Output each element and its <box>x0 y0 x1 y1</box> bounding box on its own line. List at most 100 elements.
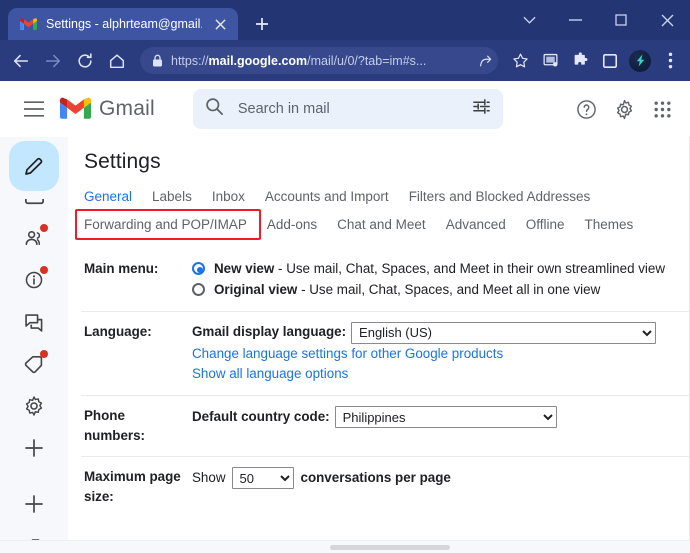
tab-advanced[interactable]: Advanced <box>446 217 517 232</box>
gmail-body: Settings General Labels Inbox Accounts a… <box>0 137 690 553</box>
rail-item-labels[interactable] <box>11 343 57 385</box>
tab-close-icon[interactable] <box>211 15 229 33</box>
tune-icon[interactable] <box>472 97 491 121</box>
settings-gear-icon[interactable] <box>606 91 642 127</box>
window-controls <box>506 0 690 40</box>
side-panel-icon[interactable] <box>596 47 624 75</box>
tab-inbox[interactable]: Inbox <box>212 189 256 204</box>
scrollbar-thumb[interactable] <box>330 545 450 550</box>
rail-item-settings[interactable] <box>11 385 57 427</box>
original-view-text: Original view - Use mail, Chat, Spaces, … <box>214 280 600 301</box>
hamburger-icon[interactable] <box>14 89 54 129</box>
gmail-brand-text: Gmail <box>99 97 155 120</box>
share-icon[interactable] <box>478 54 492 68</box>
tab-forwarding-and-pop-imap[interactable]: Forwarding and POP/IMAP <box>84 217 258 232</box>
compose-button[interactable] <box>9 141 59 191</box>
new-view-text: New view - Use mail, Chat, Spaces, and M… <box>214 259 665 280</box>
radio-option-new-view[interactable]: New view - Use mail, Chat, Spaces, and M… <box>192 259 690 280</box>
page-title: Settings <box>84 150 161 173</box>
home-icon[interactable] <box>102 46 132 76</box>
max-page-size-label: Maximum page size: <box>84 469 181 505</box>
screenshot-icon[interactable] <box>536 47 564 75</box>
page-size-field: Show 50 conversations per page <box>192 467 451 490</box>
close-window-icon[interactable] <box>644 0 690 40</box>
help-icon[interactable] <box>568 91 604 127</box>
bookmark-star-icon[interactable] <box>506 47 534 75</box>
language-label: Language: <box>84 323 152 339</box>
tab-offline[interactable]: Offline <box>526 217 576 232</box>
browser-tab-title: Settings - alphrteam@gmail.com <box>46 17 202 31</box>
setting-row-phone-numbers: Phone numbers: Default country code: Phi… <box>81 395 690 456</box>
tab-add-ons[interactable]: Add-ons <box>267 217 328 232</box>
maximize-icon[interactable] <box>598 0 644 40</box>
max-page-size-body: Show 50 conversations per page <box>192 467 690 490</box>
phone-numbers-body: Default country code: Philippines <box>192 406 690 429</box>
settings-tabs-row-1: General Labels Inbox Accounts and Import… <box>81 189 690 211</box>
minimize-icon[interactable] <box>552 0 598 40</box>
header-actions <box>568 91 682 127</box>
notification-badge <box>40 224 48 232</box>
avatar <box>629 49 651 72</box>
address-bar[interactable]: https://mail.google.com/mail/u/0/?tab=im… <box>140 47 498 74</box>
tab-general[interactable]: General <box>84 189 143 211</box>
conversations-suffix-label: conversations per page <box>300 469 451 485</box>
extensions-puzzle-icon[interactable] <box>566 47 594 75</box>
browser-window: Settings - alphrteam@gmail.com <box>0 0 690 553</box>
search-bar[interactable]: Search in mail <box>192 89 503 129</box>
gmail-m-icon <box>20 17 37 31</box>
radio-icon-unselected[interactable] <box>192 282 205 296</box>
original-view-name: Original view <box>214 281 298 297</box>
original-view-desc: - Use mail, Chat, Spaces, and Meet all i… <box>297 281 601 297</box>
display-language-label: Gmail display language: <box>192 324 347 340</box>
reload-icon[interactable] <box>70 46 100 76</box>
back-arrow-left-icon[interactable] <box>6 46 36 76</box>
url-text: https://mail.google.com/mail/u/0/?tab=im… <box>171 54 470 68</box>
tab-filters-and-blocked-addresses[interactable]: Filters and Blocked Addresses <box>409 189 602 204</box>
country-code-field: Default country code: Philippines <box>192 406 557 429</box>
notification-badge <box>40 266 48 274</box>
google-apps-grid-icon[interactable] <box>644 91 680 127</box>
search-icon <box>205 97 224 121</box>
browser-tab-settings[interactable]: Settings - alphrteam@gmail.com <box>8 8 238 40</box>
profile-avatar[interactable] <box>626 47 654 75</box>
default-country-code-select[interactable]: Philippines <box>334 406 557 429</box>
horizontal-scrollbar[interactable] <box>0 540 690 553</box>
tab-search-chevron-down-icon[interactable] <box>506 0 552 40</box>
settings-tabs-row-2: Forwarding and POP/IMAP Add-ons Chat and… <box>75 209 690 240</box>
display-language-select[interactable]: English (US) <box>351 321 657 344</box>
radio-option-original-view[interactable]: Original view - Use mail, Chat, Spaces, … <box>192 280 690 301</box>
tab-labels[interactable]: Labels <box>152 189 203 204</box>
forward-arrow-right-icon[interactable] <box>38 46 68 76</box>
radio-icon-selected[interactable] <box>192 262 205 275</box>
search-input-placeholder[interactable]: Search in mail <box>238 101 458 117</box>
rail-item-chat[interactable] <box>11 301 57 343</box>
gmail-logo[interactable]: Gmail <box>60 97 155 121</box>
url-prefix: https:// <box>171 53 209 68</box>
setting-row-main-menu: Main menu: New view - Use mail, Chat, Sp… <box>81 249 690 311</box>
new-view-desc: - Use mail, Chat, Spaces, and Meet in th… <box>274 261 666 276</box>
url-path: /mail/u/0/?tab=im#s... <box>307 53 427 68</box>
rail-item-add[interactable] <box>11 427 57 469</box>
setting-row-max-page-size: Maximum page size: Show 50 conversations… <box>81 456 690 517</box>
lock-icon <box>152 54 163 67</box>
left-rail <box>0 137 68 553</box>
rail-item-info[interactable] <box>11 259 57 301</box>
tab-chat-and-meet[interactable]: Chat and Meet <box>337 217 437 232</box>
show-all-language-options-link[interactable]: Show all language options <box>192 364 690 385</box>
language-field: Gmail display language: English (US) <box>192 321 657 344</box>
rail-item-add-2[interactable] <box>11 483 57 525</box>
new-view-name: New view <box>214 261 275 276</box>
tab-strip: Settings - alphrteam@gmail.com <box>0 0 690 40</box>
tab-themes[interactable]: Themes <box>585 217 645 232</box>
rail-item-inbox[interactable] <box>11 199 57 217</box>
browser-toolbar: https://mail.google.com/mail/u/0/?tab=im… <box>0 40 690 81</box>
settings-panel: Settings General Labels Inbox Accounts a… <box>68 137 690 553</box>
rail-item-contacts[interactable] <box>11 217 57 259</box>
page-size-select[interactable]: 50 <box>231 467 294 490</box>
new-tab-button[interactable] <box>248 10 276 38</box>
chrome-menu-kebab-icon[interactable] <box>656 47 684 75</box>
change-language-settings-link[interactable]: Change language settings for other Googl… <box>192 344 690 365</box>
default-country-code-label: Default country code: <box>192 408 330 424</box>
tab-accounts-and-import[interactable]: Accounts and Import <box>265 189 400 204</box>
language-body: Gmail display language: English (US) Cha… <box>192 321 690 386</box>
